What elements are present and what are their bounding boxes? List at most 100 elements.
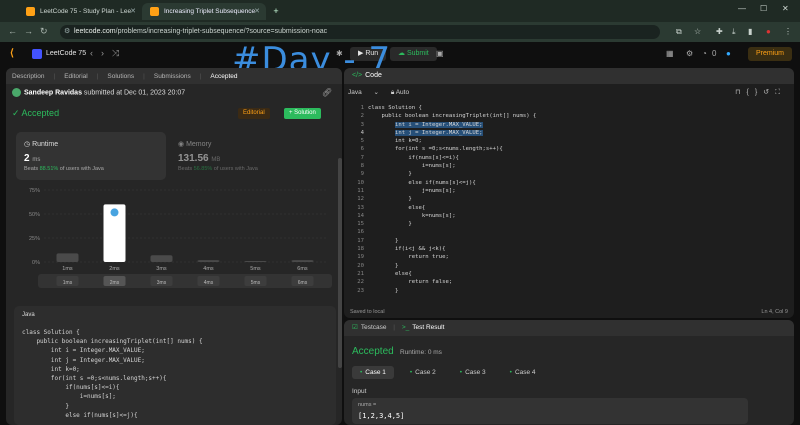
study-plan-title[interactable]: LeetCode 75 (46, 50, 86, 57)
translate-icon[interactable]: ⧉ (676, 27, 682, 37)
user-avatar[interactable]: ● (726, 49, 731, 58)
tab-submissions[interactable]: Submissions (154, 73, 191, 80)
language-value: Java (348, 89, 362, 96)
tab-editorial[interactable]: Editorial (64, 73, 87, 80)
window-close-icon[interactable]: ✕ (782, 4, 789, 13)
runtime-card[interactable]: ◷ Runtime 2 ms Beats 88.51% of users wit… (16, 132, 166, 180)
code-line: return false; (368, 279, 453, 286)
minimize-icon[interactable]: — (738, 4, 746, 13)
maximize-icon[interactable]: ☐ (760, 4, 767, 13)
case-tab-1[interactable]: • Case 1 (352, 366, 394, 379)
code-line: k=nums[s]; (368, 212, 456, 219)
code-header-label: Code (365, 72, 382, 79)
notes-icon[interactable]: ▣ (436, 49, 444, 58)
editor-statusbar: Saved to local Ln 4, Col 9 (344, 306, 794, 318)
code-line: int i = Integer.MAX_VALUE; (368, 121, 536, 129)
terminal-icon: >_ (401, 324, 410, 331)
memory-beats: Beats 56.85% of users with Java (178, 166, 258, 172)
site-info-icon[interactable]: ⚙ (64, 25, 70, 39)
case-label: Case 1 (365, 369, 386, 376)
sidepanel-icon[interactable]: ▮ (748, 27, 752, 36)
post-solution-button[interactable]: + Solution (284, 108, 321, 119)
code-lines[interactable]: class Solution { public boolean increasi… (368, 104, 536, 295)
share-link-icon[interactable]: 🔗︎ (322, 88, 332, 97)
tab-accepted[interactable]: Accepted (210, 73, 237, 80)
notification-icon[interactable]: ◔ (702, 49, 707, 58)
reload-icon[interactable]: ↻ (40, 26, 48, 37)
range-label: 5ms (251, 280, 261, 286)
tab-divider: | (53, 72, 56, 80)
close-icon[interactable]: ✕ (254, 7, 260, 15)
left-scrollbar[interactable] (338, 158, 342, 368)
auto-label: Auto (395, 89, 410, 96)
extensions-icon[interactable]: ✚ (716, 27, 723, 36)
line-number: 5 (360, 138, 364, 145)
profile-avatar[interactable]: ● (766, 27, 771, 36)
forward-icon[interactable]: → (24, 26, 33, 36)
tab-test-result[interactable]: >_ Test Result (402, 324, 445, 331)
case-label: Case 4 (514, 369, 536, 376)
code-line: } (368, 262, 399, 269)
new-tab-button[interactable]: + (270, 5, 282, 17)
beats-suffix: of users with Java (59, 166, 104, 172)
editor-tool-icons: ⊓{}↺⛶ (735, 88, 786, 97)
status-badge: ✓ Accepted (12, 108, 60, 118)
fullscreen-icon[interactable]: ⛶ (775, 89, 786, 96)
bookmark-star-icon[interactable]: ☆ (694, 27, 701, 36)
save-status: Saved to local (350, 309, 385, 315)
close-icon[interactable]: ✕ (130, 7, 136, 15)
bookmark-icon[interactable]: ⊓ (735, 89, 746, 96)
range-track (38, 274, 332, 288)
memory-card[interactable]: ◉ Memory 131.56 MB Beats 56.85% of users… (170, 132, 330, 180)
leetcode-logo-icon[interactable]: ⟨ (10, 48, 20, 60)
code-panel-header: </> Code (344, 68, 794, 84)
settings-icon[interactable]: ⚙ (686, 49, 693, 58)
line-number: 7 (360, 154, 364, 161)
tab-title: Increasing Triplet Subsequence (164, 8, 256, 15)
line-number: 20 (357, 262, 364, 269)
browser-tab-problem[interactable]: Increasing Triplet Subsequence ✕ (142, 3, 266, 20)
back-icon[interactable]: ← (8, 26, 17, 36)
language-select[interactable]: Java ⌄ (348, 89, 379, 96)
memory-unit: MB (211, 157, 221, 163)
code-editor[interactable]: 1 2 3 4 5 6 7 8 9 10 11 12 13 14 15 16 17 18 19 20 21 22 23 cl… (344, 102, 794, 302)
submit-button[interactable]: ☁ Submit (390, 47, 437, 61)
case-label: Case 3 (465, 369, 486, 376)
line-number: 9 (360, 171, 364, 178)
memory-value: 131.56 MB (178, 153, 220, 164)
tab-solutions[interactable]: Solutions (107, 73, 134, 80)
left-panel: Description | Editorial | Solutions | Su… (6, 68, 342, 425)
downloads-icon[interactable]: ⤓ (732, 27, 736, 37)
reset-icon[interactable]: ↺ (763, 89, 775, 96)
input-key: nums = (358, 402, 377, 408)
submitter-name[interactable]: Sandeep Ravidas (24, 89, 82, 96)
url-input[interactable]: ⚙ leetcode.com/problems/increasing-triple… (60, 25, 660, 39)
menu-icon[interactable]: ⋮ (784, 27, 792, 36)
input-label: Input (352, 388, 367, 395)
case-tab-2[interactable]: • Case 2 (402, 366, 444, 379)
tab-description[interactable]: Description (12, 73, 45, 80)
case-tab-4[interactable]: • Case 4 (502, 366, 544, 379)
editorial-button[interactable]: Editorial (238, 108, 270, 119)
format-icon[interactable]: {} (747, 89, 764, 96)
memory-label: Memory (186, 141, 212, 148)
browser-tab-study-plan[interactable]: LeetCode 75 - Study Plan - Lee ✕ (18, 3, 142, 20)
selected-text: int i = Integer.MAX_VALUE; (394, 121, 483, 128)
beats-prefix: Beats (24, 166, 39, 172)
code-line: j=nums[s]; (368, 187, 456, 194)
submitted-code-card: Java class Solution { public boolean inc… (14, 306, 336, 425)
code-line: for(int s =0;s<nums.length;s++){ (368, 146, 503, 153)
test-panel: ☑ Testcase | >_ Test Result Accepted Runti… (344, 320, 794, 425)
tab-testcase[interactable]: ☑ Testcase (352, 324, 386, 331)
test-status: Accepted (352, 346, 394, 357)
premium-button[interactable]: Premium (748, 47, 793, 61)
case-tab-3[interactable]: • Case 3 (452, 366, 494, 379)
pass-dot-icon: • (509, 369, 512, 376)
line-number: 1 (360, 105, 364, 111)
runtime-value: 2 ms (24, 153, 40, 164)
problem-nav-arrows[interactable]: ‹›⤨ (90, 48, 127, 59)
layout-icon[interactable]: ▦ (666, 49, 674, 58)
memory-header: ◉ Memory (178, 141, 212, 148)
bar-5ms (244, 261, 267, 262)
auto-toggle[interactable]: 🔒︎ Auto (391, 89, 419, 96)
